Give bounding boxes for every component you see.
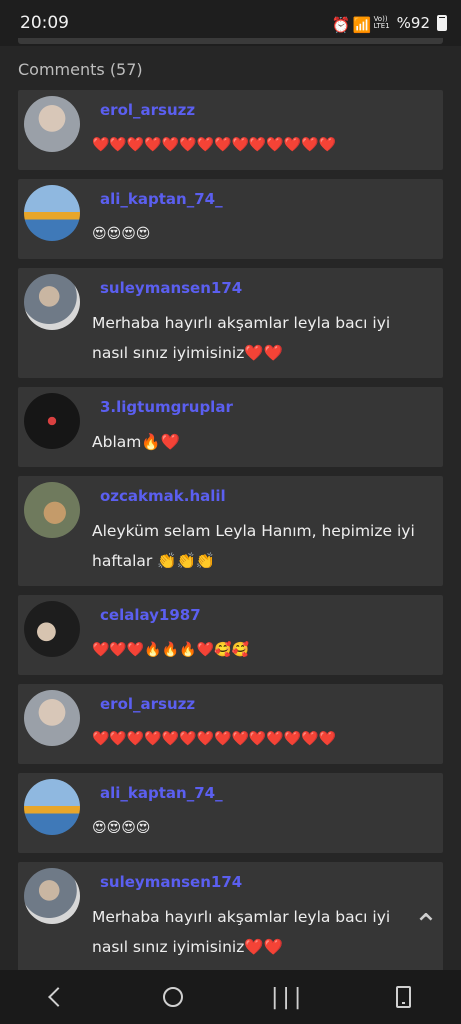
avatar[interactable] [24, 779, 80, 835]
comment-username[interactable]: erol_arsuzz [100, 694, 431, 714]
comment-text: 😍😍😍😍 [92, 820, 151, 836]
alarm-icon: ⏰ [331, 16, 351, 34]
phone-icon [395, 986, 411, 1008]
nav-bar: ||| [0, 970, 461, 1024]
back-icon [47, 987, 68, 1007]
comment-text: Merhaba hayırlı akşamlar leyla bacı iyi … [92, 908, 391, 956]
phone-button[interactable] [368, 970, 438, 1024]
battery-percent: %92 [396, 14, 430, 32]
comment-card[interactable]: ali_kaptan_74_ 😍😍😍😍 [18, 179, 443, 259]
wifi-icon: 📶 [352, 16, 372, 34]
status-icons: ⏰ 📶 Vo)) LTE1 %92 [331, 14, 447, 34]
comment-text: Aleyküm selam Leyla Hanım, hepimize iyi … [92, 522, 415, 570]
network-indicator: Vo)) LTE1 [374, 16, 390, 30]
comment-card[interactable]: celalay1987 ❤️❤️❤️🔥🔥🔥❤️🥰🥰 [18, 595, 443, 675]
comment-card[interactable]: erol_arsuzz ❤️❤️❤️❤️❤️❤️❤️❤️❤️❤️❤️❤️❤️❤️ [18, 90, 443, 170]
avatar[interactable] [24, 690, 80, 746]
avatar[interactable] [24, 274, 80, 330]
comment-card[interactable]: ozcakmak.halil Aleyküm selam Leyla Hanım… [18, 476, 443, 586]
avatar[interactable] [24, 868, 80, 924]
comment-card[interactable]: erol_arsuzz ❤️❤️❤️❤️❤️❤️❤️❤️❤️❤️❤️❤️❤️❤️ [18, 684, 443, 764]
comments-header: Comments (57) [18, 60, 143, 79]
comment-username[interactable]: ali_kaptan_74_ [100, 783, 431, 803]
status-time: 20:09 [20, 13, 69, 33]
comment-card[interactable]: suleymansen174 Merhaba hayırlı akşamlar … [18, 268, 443, 378]
comment-username[interactable]: suleymansen174 [100, 278, 431, 298]
comment-username[interactable]: erol_arsuzz [100, 100, 431, 120]
avatar[interactable] [24, 393, 80, 449]
home-icon [162, 987, 183, 1007]
avatar[interactable] [24, 482, 80, 538]
comments-list[interactable]: erol_arsuzz ❤️❤️❤️❤️❤️❤️❤️❤️❤️❤️❤️❤️❤️❤️… [18, 90, 443, 981]
comment-username[interactable]: suleymansen174 [100, 872, 431, 892]
comment-username[interactable]: ozcakmak.halil [100, 486, 431, 506]
comment-text: Ablam🔥❤️ [92, 433, 180, 451]
recent-apps-button[interactable]: ||| [253, 970, 323, 1024]
comment-username[interactable]: ali_kaptan_74_ [100, 189, 431, 209]
recent-apps-icon: ||| [271, 984, 306, 1010]
comment-text: ❤️❤️❤️❤️❤️❤️❤️❤️❤️❤️❤️❤️❤️❤️ [92, 731, 337, 747]
network-label: LTE1 [373, 22, 390, 30]
comment-card[interactable]: ali_kaptan_74_ 😍😍😍😍 [18, 773, 443, 853]
comment-username[interactable]: 3.ligtumgruplar [100, 397, 431, 417]
avatar[interactable] [24, 185, 80, 241]
avatar[interactable] [24, 601, 80, 657]
home-button[interactable] [138, 970, 208, 1024]
comment-text: 😍😍😍😍 [92, 226, 151, 242]
comment-text: Merhaba hayırlı akşamlar leyla bacı iyi … [92, 314, 391, 362]
comment-username[interactable]: celalay1987 [100, 605, 431, 625]
comment-card[interactable]: 3.ligtumgruplar Ablam🔥❤️ [18, 387, 443, 467]
battery-icon [437, 15, 447, 31]
comment-card[interactable]: suleymansen174 Merhaba hayırlı akşamlar … [18, 862, 443, 972]
back-button[interactable] [23, 970, 93, 1024]
top-strip [18, 38, 443, 44]
chevron-up-icon[interactable]: ⌃ [410, 910, 442, 942]
avatar[interactable] [24, 96, 80, 152]
comment-text: ❤️❤️❤️🔥🔥🔥❤️🥰🥰 [92, 642, 249, 658]
comment-text: ❤️❤️❤️❤️❤️❤️❤️❤️❤️❤️❤️❤️❤️❤️ [92, 137, 337, 153]
